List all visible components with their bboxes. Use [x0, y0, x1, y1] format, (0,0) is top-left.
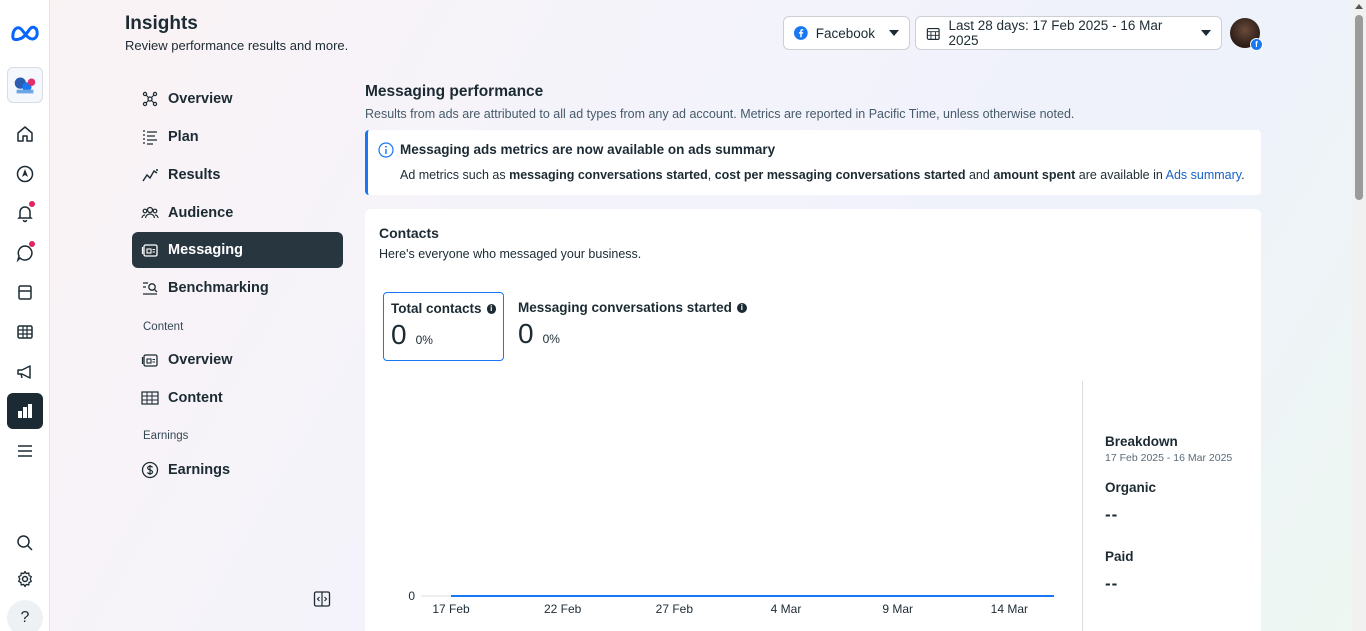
x-tick-label: 4 Mar — [771, 602, 802, 616]
menu-icon[interactable] — [7, 433, 43, 469]
nav-item-results[interactable]: Results — [132, 157, 343, 193]
breakdown-organic-label: Organic — [1105, 480, 1157, 495]
meta-logo[interactable] — [7, 15, 43, 51]
x-tick-label: 14 Mar — [991, 602, 1028, 616]
banner-text: are available in — [1075, 168, 1166, 182]
ads-summary-link[interactable]: Ads summary — [1166, 168, 1241, 182]
compass-icon[interactable] — [7, 156, 43, 192]
chevron-down-icon — [889, 30, 899, 36]
chat-icon[interactable] — [7, 235, 43, 271]
page-title: Insights — [125, 13, 198, 34]
home-icon[interactable] — [7, 116, 43, 152]
x-tick-label: 27 Feb — [656, 602, 694, 616]
page-subtitle: Review performance results and more. — [125, 38, 349, 53]
insights-icon[interactable] — [7, 393, 43, 429]
dollar-icon — [141, 461, 159, 479]
notification-dot — [29, 241, 35, 247]
chevron-down-icon — [1201, 30, 1211, 36]
business-avatar[interactable] — [7, 67, 43, 103]
messaging-icon — [141, 244, 158, 257]
banner-bold: messaging conversations started — [509, 168, 708, 182]
scroll-up-icon[interactable] — [1355, 4, 1363, 9]
date-range-dropdown[interactable]: Last 28 days: 17 Feb 2025 - 16 Mar 2025 — [915, 16, 1222, 50]
overview-icon — [142, 91, 158, 107]
facebook-icon — [794, 26, 808, 40]
banner-bold: cost per messaging conversations started — [714, 168, 966, 182]
x-tick-label: 9 Mar — [882, 602, 913, 616]
scrollbar-thumb[interactable] — [1355, 15, 1363, 200]
breakdown-organic-value: -- — [1105, 505, 1119, 524]
nav-item-earnings[interactable]: Earnings — [132, 452, 343, 488]
info-icon — [378, 142, 394, 158]
x-tick-label: 22 Feb — [544, 602, 582, 616]
nav-item-messaging[interactable]: Messaging — [132, 232, 343, 268]
banner-text: , — [707, 168, 715, 182]
y-tick-label: 0 — [408, 589, 415, 603]
breakdown-title: Breakdown — [1105, 434, 1178, 449]
notification-dot — [29, 201, 35, 207]
banner-text: . — [1241, 168, 1245, 182]
x-tick-label: 17 Feb — [432, 602, 470, 616]
nav-label: Audience — [168, 205, 234, 221]
content-table-icon — [141, 391, 159, 405]
profile-avatar[interactable]: f — [1230, 18, 1263, 51]
nav-item-content-overview[interactable]: Overview — [132, 342, 343, 378]
nav-label: Earnings — [168, 462, 231, 478]
nav-item-content[interactable]: Content — [132, 380, 343, 416]
contacts-card: Contacts Here's everyone who messaged yo… — [365, 209, 1261, 631]
page-scrollbar[interactable] — [1352, 0, 1366, 631]
left-rail: ? — [0, 0, 50, 631]
section-title: Messaging performance — [365, 83, 544, 100]
nav-item-overview[interactable]: Overview — [132, 81, 343, 117]
plan-icon — [143, 130, 157, 145]
date-range-label: Last 28 days: 17 Feb 2025 - 16 Mar 2025 — [948, 18, 1163, 48]
breakdown-paid-value: -- — [1105, 574, 1119, 593]
nav-label: Overview — [168, 352, 233, 368]
section-subtitle: Results from ads are attributed to all a… — [365, 107, 1075, 121]
benchmarking-icon — [143, 282, 158, 295]
calendar-icon — [926, 27, 940, 40]
megaphone-icon[interactable] — [7, 354, 43, 390]
banner-bold: amount spent — [993, 168, 1076, 182]
nav-label: Content — [168, 390, 223, 406]
nav-section-content: Content — [143, 321, 184, 333]
nav-item-plan[interactable]: Plan — [132, 119, 343, 155]
facebook-badge-icon: f — [1250, 38, 1263, 51]
help-icon[interactable]: ? — [7, 600, 43, 631]
results-icon — [142, 169, 158, 182]
audience-icon — [141, 206, 159, 219]
content-overview-icon — [141, 354, 158, 367]
info-banner: Messaging ads metrics are now available … — [365, 130, 1261, 195]
nav-item-benchmarking[interactable]: Benchmarking — [132, 270, 343, 306]
nav-section-earnings: Earnings — [143, 430, 189, 442]
nav-label: Overview — [168, 91, 233, 107]
bell-icon[interactable] — [7, 195, 43, 231]
banner-title: Messaging ads metrics are now available … — [400, 142, 776, 157]
pages-icon[interactable] — [7, 274, 43, 310]
gear-icon[interactable] — [7, 561, 43, 597]
nav-label: Benchmarking — [168, 280, 269, 296]
search-icon[interactable] — [7, 525, 43, 561]
nav-label: Results — [168, 167, 221, 183]
banner-text: Ad metrics such as — [400, 168, 510, 182]
banner-body: Ad metrics such as messaging conversatio… — [400, 168, 1245, 182]
nav-label: Plan — [168, 129, 199, 145]
banner-text: and — [965, 168, 994, 182]
table-icon[interactable] — [7, 314, 43, 350]
collapse-sidebar-icon[interactable] — [313, 590, 331, 608]
contacts-line-chart: 0 17 Feb 22 Feb 27 Feb 4 Mar 9 Mar 14 Mar — [408, 589, 1054, 616]
platform-label: Facebook — [815, 25, 875, 41]
breakdown-divider — [1082, 381, 1083, 631]
nav-item-audience[interactable]: Audience — [132, 195, 343, 231]
breakdown-range: 17 Feb 2025 - 16 Mar 2025 — [1105, 452, 1233, 464]
platform-dropdown[interactable]: Facebook — [783, 16, 910, 50]
nav-label: Messaging — [168, 242, 243, 258]
breakdown-paid-label: Paid — [1105, 549, 1134, 564]
